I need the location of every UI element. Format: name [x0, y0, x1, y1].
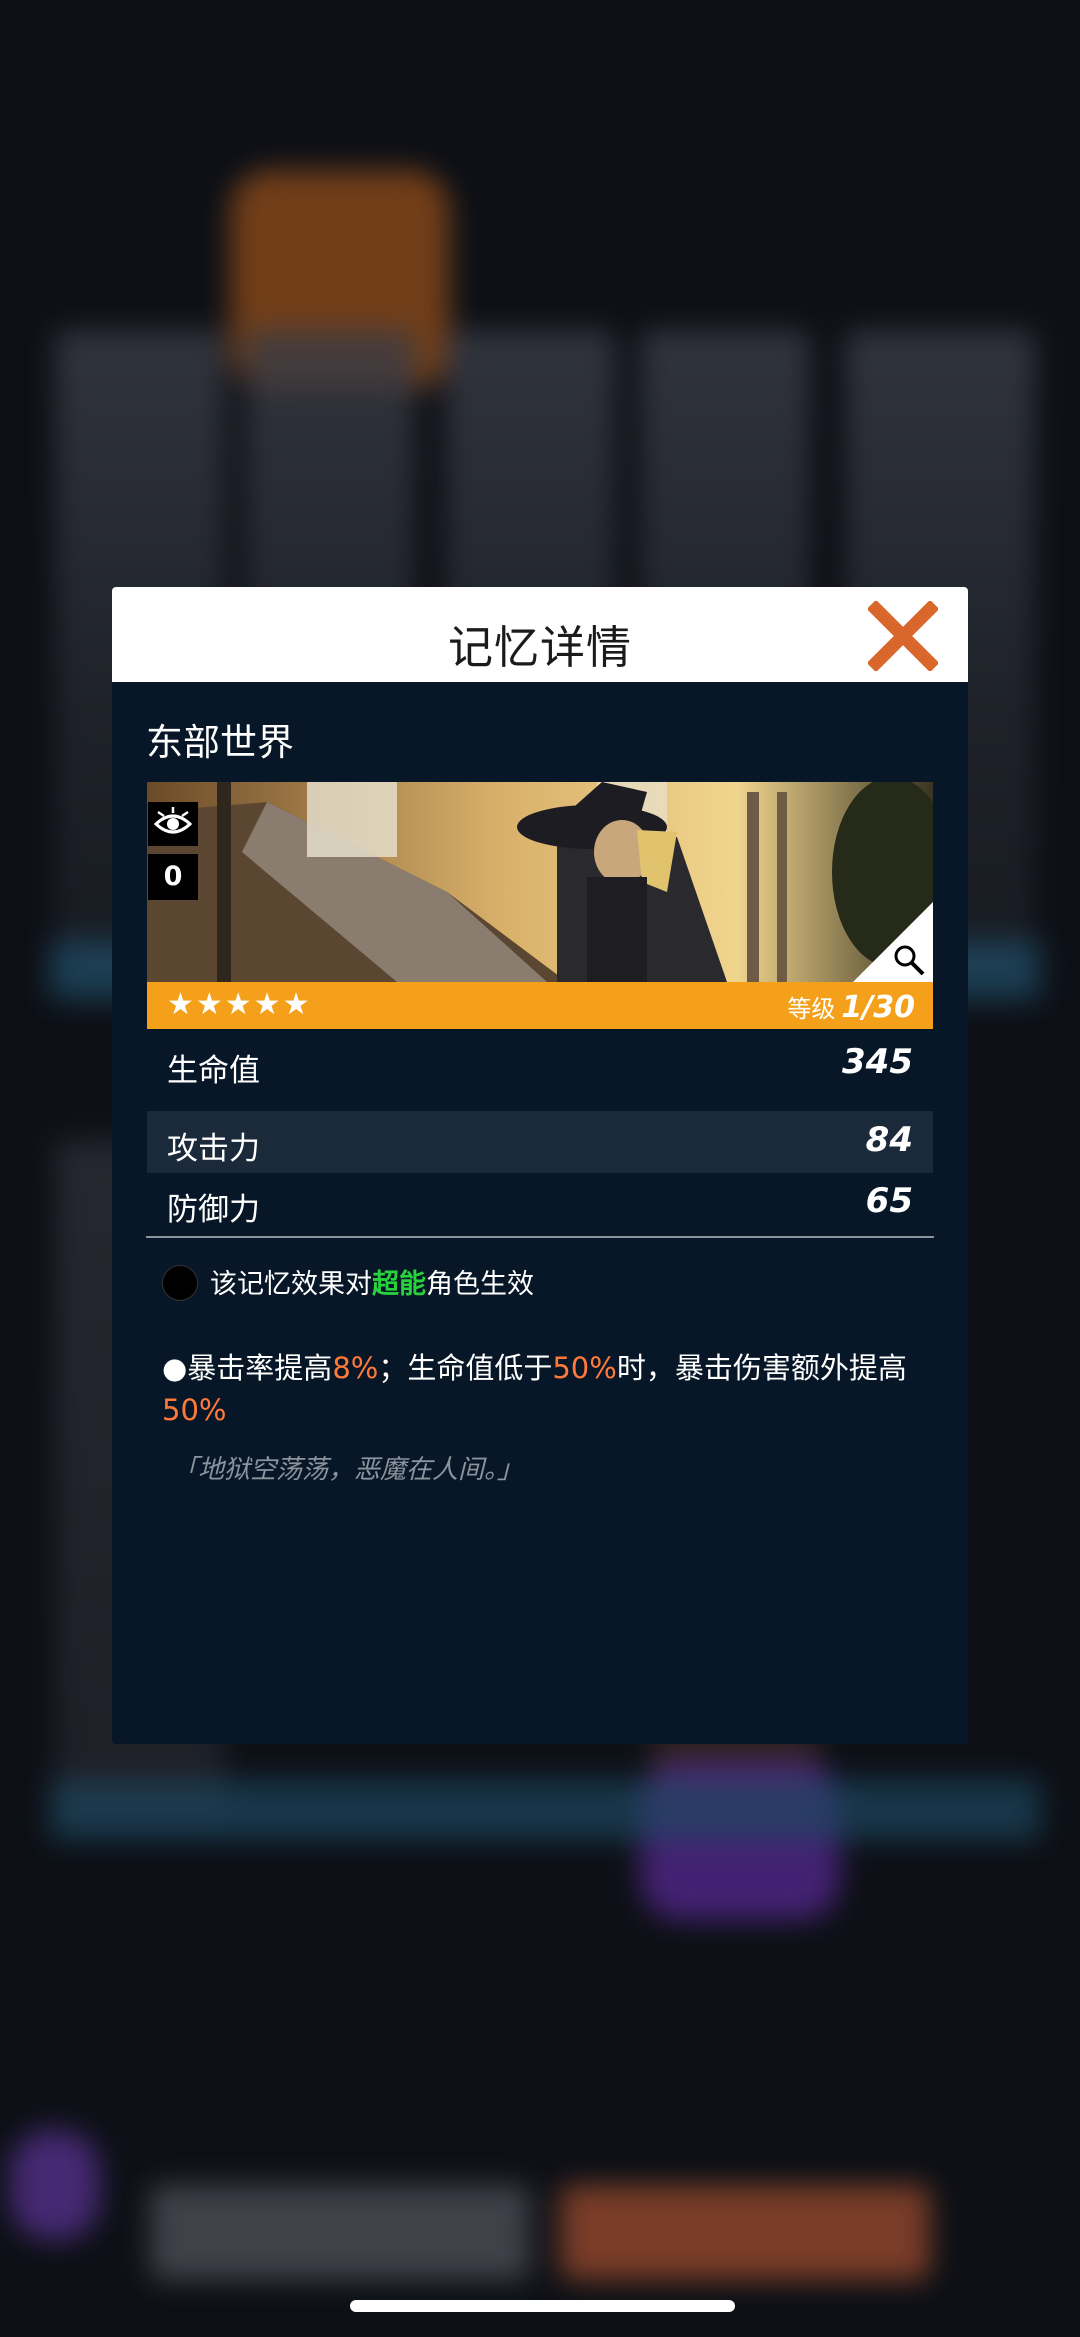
stat-label: 攻击力	[167, 1131, 260, 1167]
stat-label: 防御力	[167, 1192, 260, 1228]
stat-value: 345	[842, 1042, 913, 1082]
effect-value: 50%	[162, 1393, 227, 1427]
effect-text: ；生命值低于	[378, 1351, 553, 1385]
close-button[interactable]	[866, 599, 940, 673]
flavor-quote: 「地狱空荡荡，恶魔在人间。」	[172, 1455, 524, 1485]
effect-text: ●暴击率提高	[162, 1351, 333, 1385]
artwork-illustration	[147, 782, 933, 982]
level-label: 等级	[787, 995, 836, 1023]
stat-label: 生命值	[167, 1053, 260, 1089]
memory-effect-text: ●暴击率提高8%；生命值低于50%时，暴击伤害额外提高50%	[162, 1347, 942, 1431]
home-indicator[interactable]	[350, 2300, 735, 2312]
magnifier-icon	[853, 902, 933, 982]
memory-name: 东部世界	[146, 721, 294, 764]
role-type-highlight: 超能	[372, 1269, 426, 1300]
role-restriction-note: 该记忆效果对超能角色生效	[162, 1264, 534, 1305]
stat-value: 84	[865, 1120, 913, 1160]
effect-value: 50%	[552, 1351, 617, 1385]
stat-row-hp: 生命值 345	[147, 1033, 933, 1095]
star-rating: ★★★★★	[167, 987, 312, 1022]
eye-icon	[148, 802, 198, 846]
dialog-title: 记忆详情	[447, 621, 632, 674]
memory-detail-dialog: 记忆详情 东部世界 0 ★★★★★ 等级 1/30 生命值 345 攻击力 84…	[112, 587, 968, 1744]
role-note-suffix: 角色生效	[426, 1269, 534, 1300]
stat-value: 65	[865, 1181, 913, 1221]
memory-count-badge: 0	[148, 854, 198, 900]
divider	[146, 1236, 934, 1238]
rating-bar: ★★★★★ 等级 1/30	[147, 982, 933, 1029]
stat-row-defense: 防御力 65	[147, 1172, 933, 1234]
effect-value: 8%	[332, 1351, 379, 1385]
zoom-button[interactable]	[853, 902, 933, 982]
close-x-icon	[866, 599, 940, 673]
level-value: 1/30	[841, 990, 915, 1025]
dialog-header: 记忆详情	[112, 587, 968, 682]
effect-text: 时，暴击伤害额外提高	[616, 1351, 907, 1385]
role-type-icon	[162, 1264, 198, 1301]
memory-artwork[interactable]: 0	[147, 782, 933, 982]
level-indicator: 等级 1/30	[787, 989, 915, 1025]
stat-row-attack: 攻击力 84	[147, 1111, 933, 1173]
role-note-text: 该记忆效果对	[210, 1269, 372, 1300]
